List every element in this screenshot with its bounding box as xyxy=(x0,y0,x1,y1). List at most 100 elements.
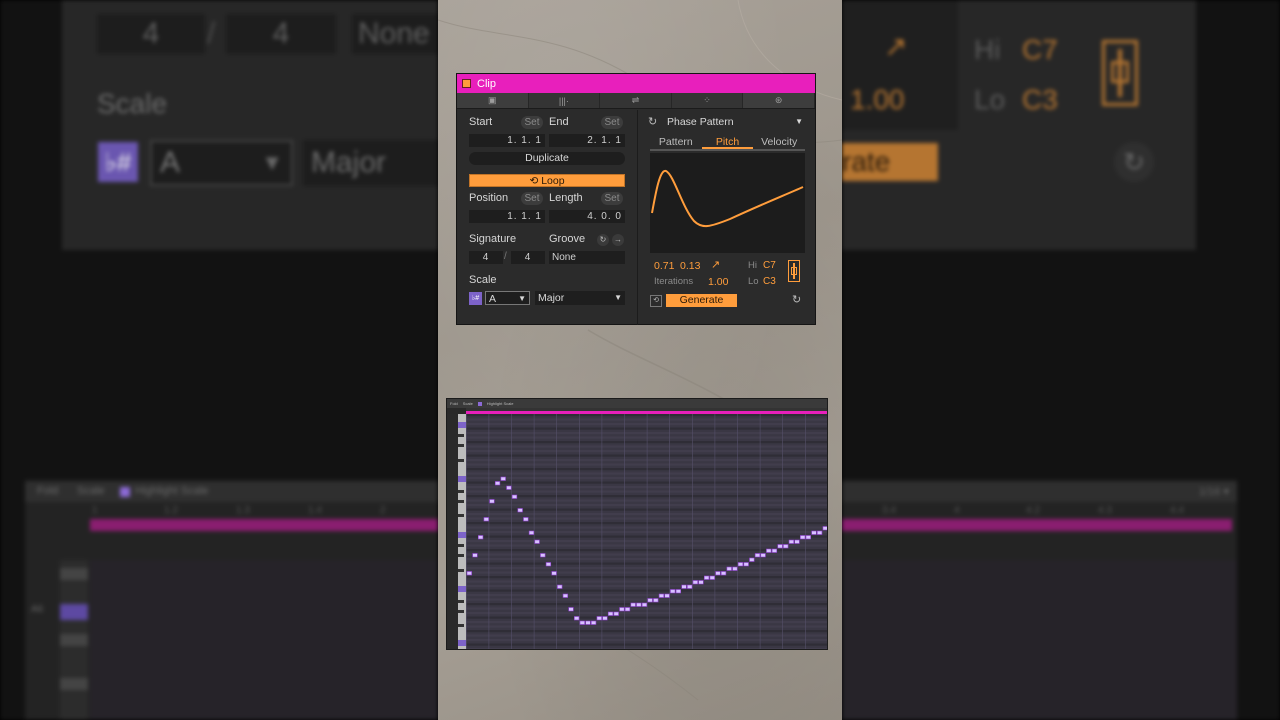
bg-ruler-tick: 2 xyxy=(380,505,386,516)
clip-color-swatch[interactable] xyxy=(462,79,471,88)
fold-button[interactable]: Fold xyxy=(450,401,458,406)
piano-roll-toolbar: Fold Scale Highlight Scale xyxy=(447,399,827,408)
tab-velocity[interactable]: Velocity xyxy=(753,134,805,149)
bg-roll-ruler: 1 1.2 1.3 1.4 2 xyxy=(90,505,438,519)
piano-roll: Fold Scale Highlight Scale xyxy=(446,398,828,650)
bg-ruler-tick: 1.4 xyxy=(308,505,322,516)
curve-param-2[interactable]: 0.13 xyxy=(680,260,700,272)
generate-icon: ⊛ xyxy=(774,95,783,105)
grid-beat-line xyxy=(714,414,716,649)
direction-arrow-icon[interactable]: ↗ xyxy=(711,258,720,271)
generate-button[interactable]: Generate xyxy=(666,294,737,307)
end-value[interactable]: 2. 1. 1 xyxy=(549,134,625,147)
length-set-button[interactable]: Set xyxy=(601,192,623,205)
bg-roll-checkbox xyxy=(120,487,130,497)
transform-icon: ⁘ xyxy=(703,95,711,105)
bg-lo-value: C3 xyxy=(1022,84,1058,115)
bg-iterations-value: 1.00 xyxy=(850,84,905,115)
clip-settings-column: Start Set End Set 1. 1. 1 2. 1. 1 Duplic… xyxy=(457,110,636,325)
bg-signature-denominator: 4 xyxy=(226,14,336,54)
start-set-button[interactable]: Set xyxy=(521,116,543,129)
clip-title-bar[interactable]: Clip xyxy=(457,74,815,93)
generator-column: ↻ Phase Pattern ▼ Pattern Pitch Velocity… xyxy=(637,110,817,325)
generator-refresh-icon[interactable]: ↻ xyxy=(648,115,657,128)
midi-note xyxy=(749,557,755,562)
bg-roll-grid-size: 1/16 ▾ xyxy=(1199,486,1229,498)
midi-note xyxy=(720,571,727,576)
midi-note xyxy=(562,593,569,598)
loop-button[interactable]: ⟲ Loop xyxy=(469,174,625,187)
midi-note xyxy=(783,544,789,549)
highlight-scale-label: Highlight Scale xyxy=(486,401,514,406)
midi-note xyxy=(619,607,625,612)
bg-generate-partial: rate xyxy=(842,143,938,181)
midi-note xyxy=(698,580,704,585)
midi-note xyxy=(681,584,687,589)
note-grid[interactable] xyxy=(466,414,827,649)
scale-mode-value: Major xyxy=(538,292,565,304)
bg-roll-clip-bar xyxy=(90,519,438,531)
tab-pattern[interactable]: Pattern xyxy=(650,134,702,149)
start-value[interactable]: 1. 1. 1 xyxy=(469,134,545,147)
midi-note xyxy=(472,553,478,558)
bg-ruler-tick: 4.2 xyxy=(1026,505,1040,516)
tab-transform[interactable]: ⁘ xyxy=(672,93,744,108)
bg-roll-note-label: A6 xyxy=(31,604,44,615)
iterations-value[interactable]: 1.00 xyxy=(708,276,728,288)
auto-generate-icon[interactable]: ⟲ xyxy=(650,295,662,307)
scale-awareness-icon[interactable]: ♭# xyxy=(469,292,482,305)
groove-hot-swap-icon[interactable]: ↻ xyxy=(597,234,609,246)
midi-note xyxy=(579,620,585,625)
midi-note xyxy=(816,530,823,535)
lo-value[interactable]: C3 xyxy=(763,276,776,287)
regenerate-icon[interactable]: ↻ xyxy=(792,293,801,306)
midi-note xyxy=(523,517,529,522)
midi-note xyxy=(766,548,772,553)
groove-arrow-icon[interactable]: → xyxy=(612,234,624,246)
bg-range-icon xyxy=(1102,40,1138,106)
bg-arrow-icon: ↗ xyxy=(884,31,908,62)
bg-roll-toolbar: Fold Scale Highlight Scale xyxy=(25,482,438,502)
curve-param-1[interactable]: 0.71 xyxy=(654,260,674,272)
duplicate-button[interactable]: Duplicate xyxy=(469,152,625,165)
length-value[interactable]: 4. 0. 0 xyxy=(549,210,625,223)
range-icon[interactable] xyxy=(788,260,800,282)
groove-value[interactable]: None xyxy=(549,251,625,264)
hi-value[interactable]: C7 xyxy=(763,260,776,271)
piano-keys[interactable] xyxy=(447,414,466,649)
highlight-scale-checkbox[interactable] xyxy=(477,401,482,406)
generator-dropdown[interactable]: Phase Pattern ▼ xyxy=(664,115,806,129)
bg-ruler-tick: 4.3 xyxy=(1098,505,1112,516)
scale-mode-dropdown[interactable]: Major ▼ xyxy=(535,291,625,305)
scale-key-dropdown[interactable]: A ▼ xyxy=(485,291,530,305)
tab-generate[interactable]: ⊛ xyxy=(743,93,815,108)
tab-clip[interactable]: ▣ xyxy=(457,93,529,108)
scale-button[interactable]: Scale xyxy=(463,401,473,406)
tab-pitch[interactable]: Pitch xyxy=(701,134,754,149)
midi-note xyxy=(489,499,495,504)
iterations-label: Iterations xyxy=(654,276,694,287)
background-left: 4 / 4 None Scale ♭# A ▼ Major Fold Scale… xyxy=(0,0,438,720)
midi-note xyxy=(483,517,489,522)
position-set-button[interactable]: Set xyxy=(521,192,543,205)
background-right: 1.00 ↗ Hi C7 Lo C3 rate ↻ 1/16 ▾ 3.4 4 4… xyxy=(842,0,1280,720)
generator-name: Phase Pattern xyxy=(667,116,734,128)
position-value[interactable]: 1. 1. 1 xyxy=(469,210,545,223)
midi-note xyxy=(540,553,546,558)
bg-roll-toolbar-right: 1/16 ▾ xyxy=(842,482,1237,502)
phase-curve-display[interactable] xyxy=(650,153,805,253)
grid-beat-line xyxy=(556,414,557,649)
bg-ruler-tick: 1 xyxy=(92,505,98,516)
clip-tab-bar: ▣ |||· ⇌ ⁘ ⊛ xyxy=(457,93,815,109)
tab-audio[interactable]: |||· xyxy=(529,93,601,108)
grid-beat-line xyxy=(579,414,580,649)
signature-numerator[interactable]: 4 xyxy=(469,251,503,264)
tab-envelopes[interactable]: ⇌ xyxy=(600,93,672,108)
end-set-button[interactable]: Set xyxy=(601,116,623,129)
midi-note xyxy=(675,589,682,594)
midi-note xyxy=(715,571,721,576)
midi-note xyxy=(568,607,574,612)
midi-note xyxy=(585,620,591,625)
midi-note xyxy=(647,598,653,603)
signature-denominator[interactable]: 4 xyxy=(511,251,545,264)
